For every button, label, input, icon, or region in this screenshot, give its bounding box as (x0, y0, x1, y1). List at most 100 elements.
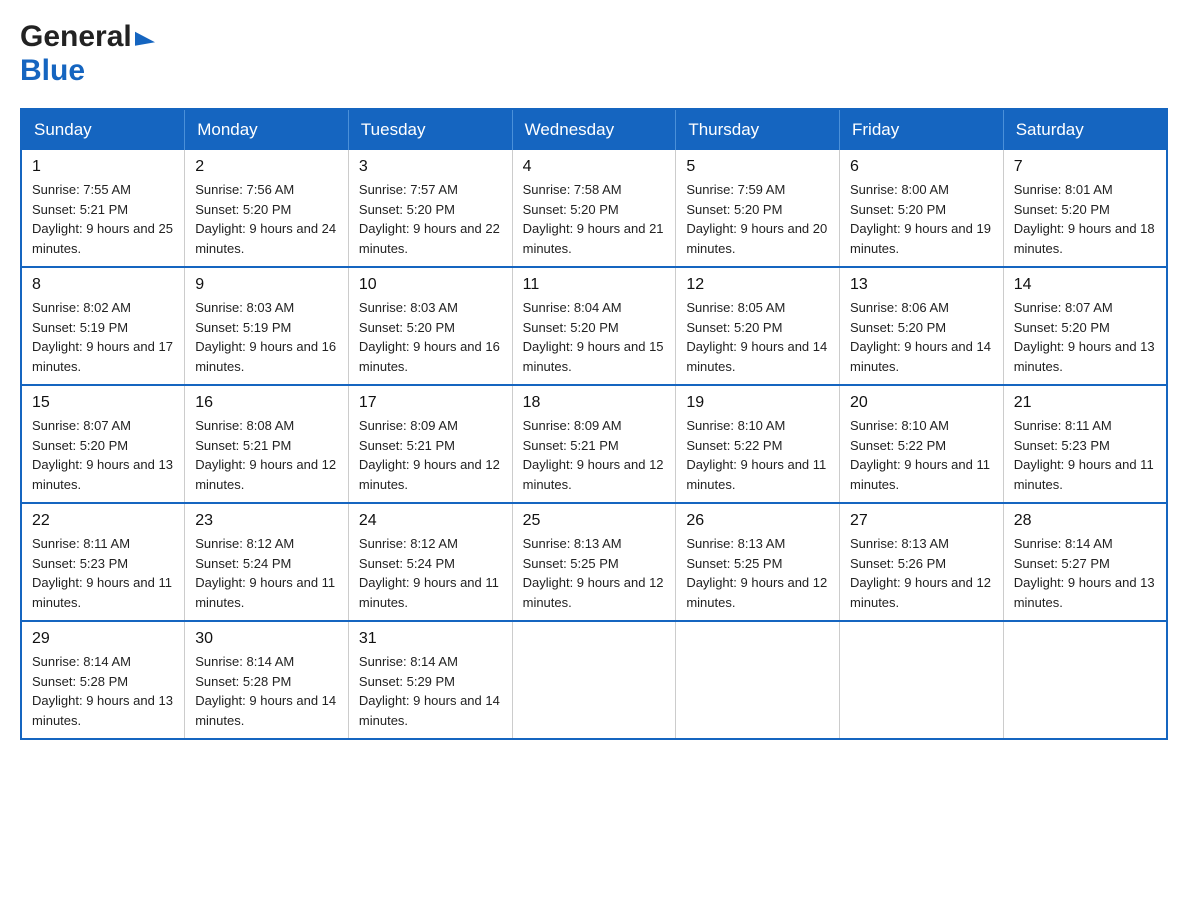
day-info: Sunrise: 8:12 AMSunset: 5:24 PMDaylight:… (195, 534, 338, 612)
day-number: 5 (686, 158, 829, 176)
calendar-cell (1003, 621, 1167, 739)
day-number: 14 (1014, 276, 1156, 294)
col-header-monday: Monday (185, 109, 349, 150)
calendar-cell: 30 Sunrise: 8:14 AMSunset: 5:28 PMDayligh… (185, 621, 349, 739)
calendar-week-1: 1 Sunrise: 7:55 AMSunset: 5:21 PMDaylight… (21, 150, 1167, 267)
day-info: Sunrise: 8:00 AMSunset: 5:20 PMDaylight:… (850, 180, 993, 258)
page-header: General Blue (20, 20, 1168, 88)
logo-general: General (20, 20, 155, 54)
day-info: Sunrise: 8:07 AMSunset: 5:20 PMDaylight:… (1014, 298, 1156, 376)
calendar-cell: 2Sunrise: 7:56 AMSunset: 5:20 PMDaylight… (185, 150, 349, 267)
calendar-cell: 16 Sunrise: 8:08 AMSunset: 5:21 PMDayligh… (185, 385, 349, 503)
calendar-cell: 24 Sunrise: 8:12 AMSunset: 5:24 PMDayligh… (348, 503, 512, 621)
calendar-cell (840, 621, 1004, 739)
col-header-friday: Friday (840, 109, 1004, 150)
day-info: Sunrise: 8:12 AMSunset: 5:24 PMDaylight:… (359, 534, 502, 612)
day-number: 4 (523, 158, 666, 176)
calendar-cell: 26 Sunrise: 8:13 AMSunset: 5:25 PMDayligh… (676, 503, 840, 621)
logo-arrow-icon (135, 28, 155, 46)
col-header-saturday: Saturday (1003, 109, 1167, 150)
day-number: 22 (32, 512, 174, 530)
calendar-cell: 28 Sunrise: 8:14 AMSunset: 5:27 PMDayligh… (1003, 503, 1167, 621)
calendar-cell: 18 Sunrise: 8:09 AMSunset: 5:21 PMDayligh… (512, 385, 676, 503)
day-info: Sunrise: 8:13 AMSunset: 5:25 PMDaylight:… (523, 534, 666, 612)
day-info: Sunrise: 7:57 AMSunset: 5:20 PMDaylight:… (359, 180, 502, 258)
calendar-cell: 29Sunrise: 8:14 AMSunset: 5:28 PMDayligh… (21, 621, 185, 739)
day-info: Sunrise: 8:11 AMSunset: 5:23 PMDaylight:… (32, 534, 174, 612)
calendar-week-5: 29 Sunrise: 8:14 AMSunset: 5:28 PMDayligh… (21, 621, 1167, 739)
calendar-cell: 23 Sunrise: 8:12 AMSunset: 5:24 PMDayligh… (185, 503, 349, 621)
day-number: 20 (850, 394, 993, 412)
day-info: Sunrise: 8:14 AMSunset: 5:29 PMDaylight:… (359, 652, 502, 730)
day-info: Sunrise: 8:09 AMSunset: 5:21 PMDaylight:… (359, 416, 502, 494)
day-info: Sunrise: 8:06 AMSunset: 5:20 PMDaylight:… (850, 298, 993, 376)
calendar-cell: 19Sunrise: 8:10 AMSunset: 5:22 PMDayligh… (676, 385, 840, 503)
calendar-cell: 22 Sunrise: 8:11 AMSunset: 5:23 PMDayligh… (21, 503, 185, 621)
calendar-cell: 31 Sunrise: 8:14 AMSunset: 5:29 PMDayligh… (348, 621, 512, 739)
day-info: Sunrise: 8:01 AMSunset: 5:20 PMDaylight:… (1014, 180, 1156, 258)
day-number: 28 (1014, 512, 1156, 530)
day-info: Sunrise: 8:13 AMSunset: 5:25 PMDaylight:… (686, 534, 829, 612)
day-info: Sunrise: 7:58 AMSunset: 5:20 PMDaylight:… (523, 180, 666, 258)
calendar-cell: 12 Sunrise: 8:05 AMSunset: 5:20 PMDayligh… (676, 267, 840, 385)
calendar-cell: 25 Sunrise: 8:13 AMSunset: 5:25 PMDayligh… (512, 503, 676, 621)
day-number: 29 (32, 630, 174, 648)
day-info: Sunrise: 8:09 AMSunset: 5:21 PMDaylight:… (523, 416, 666, 494)
day-number: 16 (195, 394, 338, 412)
calendar-cell: 6Sunrise: 8:00 AMSunset: 5:20 PMDaylight… (840, 150, 1004, 267)
day-number: 27 (850, 512, 993, 530)
day-info: Sunrise: 8:14 AMSunset: 5:28 PMDaylight:… (195, 652, 338, 730)
calendar-table: SundayMondayTuesdayWednesdayThursdayFrid… (20, 108, 1168, 740)
day-info: Sunrise: 8:02 AMSunset: 5:19 PMDaylight:… (32, 298, 174, 376)
logo: General Blue (20, 20, 155, 88)
day-info: Sunrise: 8:05 AMSunset: 5:20 PMDaylight:… (686, 298, 829, 376)
calendar-cell: 21 Sunrise: 8:11 AMSunset: 5:23 PMDayligh… (1003, 385, 1167, 503)
calendar-cell: 3 Sunrise: 7:57 AMSunset: 5:20 PMDaylight… (348, 150, 512, 267)
day-number: 31 (359, 630, 502, 648)
calendar-cell: 8Sunrise: 8:02 AMSunset: 5:19 PMDaylight… (21, 267, 185, 385)
calendar-cell: 4 Sunrise: 7:58 AMSunset: 5:20 PMDaylight… (512, 150, 676, 267)
calendar-week-2: 8Sunrise: 8:02 AMSunset: 5:19 PMDaylight… (21, 267, 1167, 385)
day-number: 9 (195, 276, 338, 294)
day-number: 21 (1014, 394, 1156, 412)
day-info: Sunrise: 8:10 AMSunset: 5:22 PMDaylight:… (850, 416, 993, 494)
day-info: Sunrise: 7:59 AMSunset: 5:20 PMDaylight:… (686, 180, 829, 258)
day-number: 26 (686, 512, 829, 530)
calendar-cell: 7 Sunrise: 8:01 AMSunset: 5:20 PMDaylight… (1003, 150, 1167, 267)
day-info: Sunrise: 7:55 AMSunset: 5:21 PMDaylight:… (32, 180, 174, 258)
calendar-header-row: SundayMondayTuesdayWednesdayThursdayFrid… (21, 109, 1167, 150)
col-header-sunday: Sunday (21, 109, 185, 150)
calendar-cell: 5 Sunrise: 7:59 AMSunset: 5:20 PMDaylight… (676, 150, 840, 267)
day-info: Sunrise: 8:11 AMSunset: 5:23 PMDaylight:… (1014, 416, 1156, 494)
day-number: 18 (523, 394, 666, 412)
day-number: 1 (32, 158, 174, 176)
day-number: 3 (359, 158, 502, 176)
calendar-cell: 9 Sunrise: 8:03 AMSunset: 5:19 PMDaylight… (185, 267, 349, 385)
calendar-cell: 14 Sunrise: 8:07 AMSunset: 5:20 PMDayligh… (1003, 267, 1167, 385)
calendar-cell: 1 Sunrise: 7:55 AMSunset: 5:21 PMDaylight… (21, 150, 185, 267)
calendar-week-3: 15Sunrise: 8:07 AMSunset: 5:20 PMDayligh… (21, 385, 1167, 503)
calendar-cell: 11Sunrise: 8:04 AMSunset: 5:20 PMDayligh… (512, 267, 676, 385)
day-number: 24 (359, 512, 502, 530)
day-number: 30 (195, 630, 338, 648)
day-info: Sunrise: 8:08 AMSunset: 5:21 PMDaylight:… (195, 416, 338, 494)
col-header-wednesday: Wednesday (512, 109, 676, 150)
calendar-cell: 17 Sunrise: 8:09 AMSunset: 5:21 PMDayligh… (348, 385, 512, 503)
logo-blue: Blue (20, 54, 155, 88)
day-info: Sunrise: 8:03 AMSunset: 5:19 PMDaylight:… (195, 298, 338, 376)
day-number: 23 (195, 512, 338, 530)
calendar-cell (512, 621, 676, 739)
calendar-week-4: 22 Sunrise: 8:11 AMSunset: 5:23 PMDayligh… (21, 503, 1167, 621)
day-number: 25 (523, 512, 666, 530)
calendar-cell: 15Sunrise: 8:07 AMSunset: 5:20 PMDayligh… (21, 385, 185, 503)
calendar-cell: 13Sunrise: 8:06 AMSunset: 5:20 PMDayligh… (840, 267, 1004, 385)
day-info: Sunrise: 8:14 AMSunset: 5:27 PMDaylight:… (1014, 534, 1156, 612)
day-number: 17 (359, 394, 502, 412)
day-number: 12 (686, 276, 829, 294)
day-number: 15 (32, 394, 174, 412)
day-number: 7 (1014, 158, 1156, 176)
day-info: Sunrise: 8:10 AMSunset: 5:22 PMDaylight:… (686, 416, 829, 494)
calendar-cell (676, 621, 840, 739)
col-header-tuesday: Tuesday (348, 109, 512, 150)
day-number: 10 (359, 276, 502, 294)
